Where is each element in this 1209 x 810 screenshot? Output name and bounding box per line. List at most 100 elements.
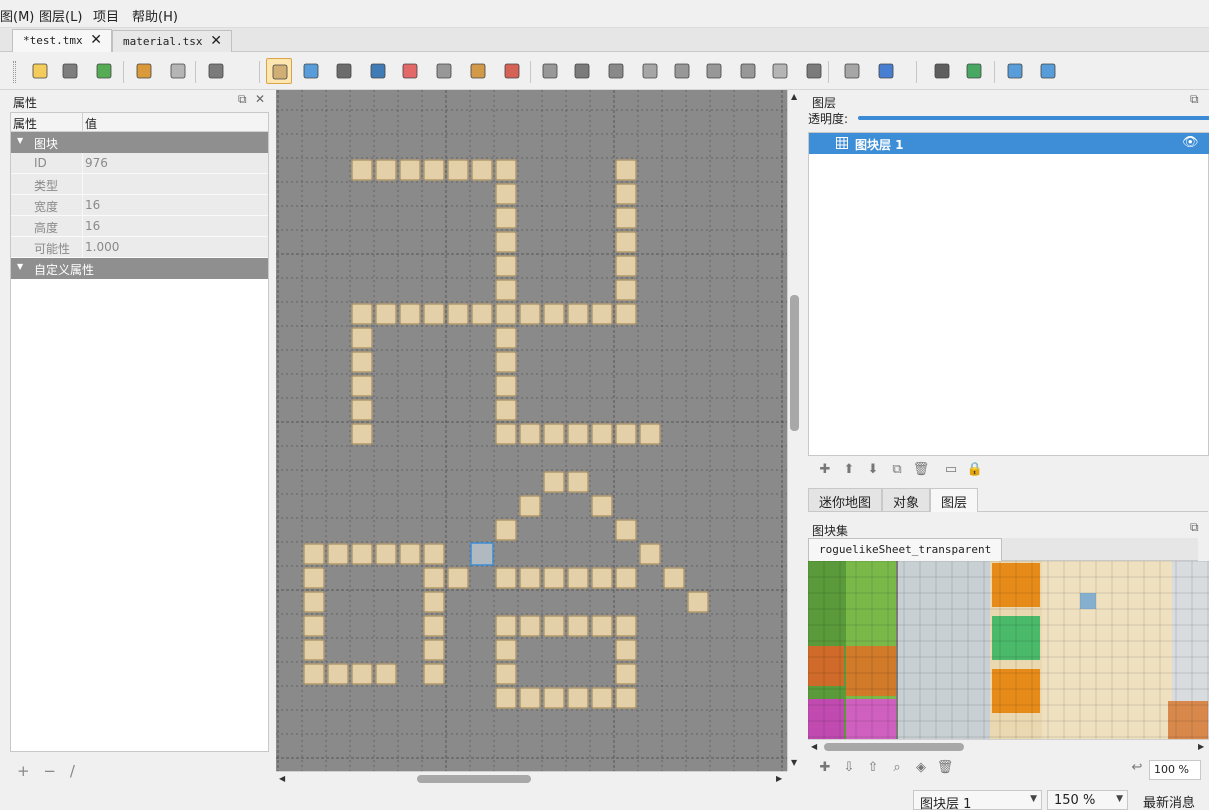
map-tile[interactable] (447, 567, 469, 589)
property-row-id[interactable]: ID 976 (11, 153, 268, 174)
map-tile[interactable] (423, 591, 445, 613)
map-tile[interactable] (471, 159, 493, 181)
map-tile[interactable] (495, 303, 517, 325)
map-tile[interactable] (615, 615, 637, 637)
tab-test-tmx[interactable]: *test.tmx ✕ (12, 29, 112, 53)
menu-project[interactable]: 项目 (93, 6, 119, 25)
insert-tile-icon[interactable] (735, 58, 761, 84)
map-tile[interactable] (351, 375, 373, 397)
map-tile[interactable] (495, 279, 517, 301)
close-icon[interactable]: ✕ (90, 32, 102, 48)
map-tile[interactable] (303, 639, 325, 661)
map-tile[interactable] (303, 543, 325, 565)
scroll-down-icon[interactable]: ▼ (791, 758, 797, 767)
vertical-scrollbar[interactable]: ▲ ▼ (787, 90, 801, 771)
horizontal-scrollbar[interactable]: ◀ ▶ (276, 771, 787, 786)
map-tile[interactable] (495, 255, 517, 277)
map-tile[interactable] (495, 399, 517, 421)
embed-tileset-icon[interactable]: ⇩ (840, 760, 858, 778)
map-tile[interactable] (423, 303, 445, 325)
menu-help[interactable]: 帮助(H) (132, 6, 178, 25)
property-group-custom[interactable]: ▼ 自定义属性 (11, 258, 268, 279)
scroll-left-icon[interactable]: ◀ (279, 774, 285, 783)
map-tile[interactable] (639, 543, 661, 565)
map-tile[interactable] (303, 663, 325, 685)
map-tile[interactable] (327, 663, 349, 685)
map-tile[interactable] (423, 663, 445, 685)
add-property-button[interactable]: + (17, 762, 30, 780)
terrain-icon[interactable]: ◈ (912, 760, 930, 778)
menu-layer[interactable]: 图层(L) (39, 6, 82, 25)
tileset-region[interactable] (898, 561, 990, 739)
map-tile[interactable] (303, 567, 325, 589)
map-tile[interactable] (519, 495, 541, 517)
map-tile[interactable] (495, 327, 517, 349)
tileset-zoom-field[interactable]: 100 % (1149, 760, 1201, 780)
rotate-left-icon[interactable] (1002, 58, 1028, 84)
map-tile[interactable] (615, 255, 637, 277)
map-tile[interactable] (423, 543, 445, 565)
map-tile[interactable] (423, 639, 445, 661)
map-tile[interactable] (615, 519, 637, 541)
horizontal-scrollbar[interactable]: ◀ ▶ (808, 739, 1209, 753)
map-tile[interactable] (543, 423, 565, 445)
map-tile[interactable] (543, 615, 565, 637)
save-icon[interactable] (91, 58, 117, 84)
property-row-width[interactable]: 宽度 16 (11, 195, 268, 216)
close-panel-icon[interactable]: ✕ (255, 92, 265, 106)
scroll-up-icon[interactable]: ▲ (791, 92, 797, 101)
tab-layers[interactable]: 图层 (930, 488, 979, 512)
scroll-thumb[interactable] (790, 295, 799, 431)
map-tile[interactable] (567, 423, 589, 445)
map-tile[interactable] (615, 663, 637, 685)
map-tile[interactable] (615, 159, 637, 181)
map-tile[interactable] (375, 159, 397, 181)
map-tile[interactable] (351, 351, 373, 373)
property-row-type[interactable]: 类型 (11, 174, 268, 195)
insert-ellipse-icon[interactable] (669, 58, 695, 84)
map-tile[interactable] (303, 615, 325, 637)
tileset-region[interactable] (1042, 561, 1172, 739)
open-icon[interactable] (57, 58, 83, 84)
map-tile[interactable] (615, 687, 637, 709)
scroll-thumb[interactable] (824, 743, 964, 751)
flip-horizontal-icon[interactable] (929, 58, 955, 84)
zoom-select[interactable]: 150 % ▼ (1047, 790, 1128, 810)
terrain-brush-icon[interactable] (298, 58, 324, 84)
map-canvas[interactable] (276, 90, 787, 771)
insert-text-icon[interactable] (801, 58, 827, 84)
new-map-icon[interactable] (27, 58, 53, 84)
tab-material-tsx[interactable]: material.tsx ✕ (112, 30, 232, 52)
map-tile[interactable] (375, 303, 397, 325)
redo-icon[interactable] (165, 58, 191, 84)
map-tile[interactable] (327, 543, 349, 565)
tab-minimap[interactable]: 迷你地图 (808, 488, 883, 511)
layer-select[interactable]: 图块层 1 ▼ (913, 790, 1042, 810)
map-tile[interactable] (615, 183, 637, 205)
map-tile[interactable] (615, 231, 637, 253)
map-tile[interactable] (447, 159, 469, 181)
commands-icon[interactable] (203, 58, 229, 84)
map-tile[interactable] (687, 591, 709, 613)
map-tile[interactable] (567, 471, 589, 493)
scroll-right-icon[interactable]: ▶ (776, 774, 782, 783)
edit-polygons-icon[interactable] (569, 58, 595, 84)
eraser-icon[interactable] (397, 58, 423, 84)
random-mode-icon[interactable] (839, 58, 865, 84)
merge-layer-icon[interactable]: ▭ (942, 462, 960, 480)
undo-icon[interactable] (131, 58, 157, 84)
map-tile[interactable] (591, 615, 613, 637)
insert-polygon-icon[interactable] (701, 58, 727, 84)
insert-point-icon[interactable] (637, 58, 663, 84)
map-tile[interactable] (375, 663, 397, 685)
toolbar-grip[interactable] (13, 61, 16, 83)
remove-property-button[interactable]: − (43, 762, 56, 780)
map-tile[interactable] (495, 183, 517, 205)
map-tile[interactable] (495, 207, 517, 229)
stamp-brush-icon[interactable] (266, 58, 292, 84)
new-tileset-icon[interactable]: ✚ (816, 760, 834, 778)
map-tile[interactable] (351, 327, 373, 349)
dynamic-wrap-icon[interactable]: ↩ (1128, 760, 1146, 778)
raise-layer-icon[interactable]: ⬆ (840, 462, 858, 480)
flip-vertical-icon[interactable] (961, 58, 987, 84)
